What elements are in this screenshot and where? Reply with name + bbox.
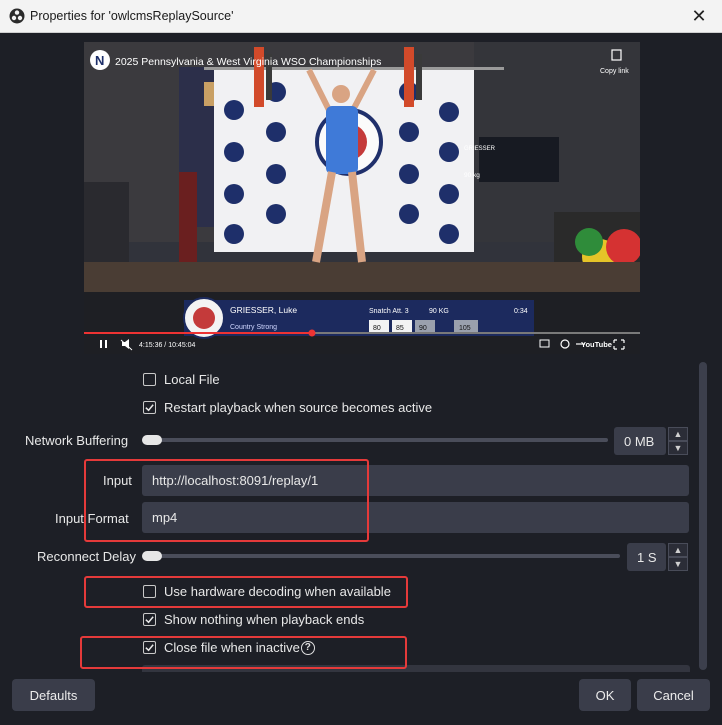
checkmark-icon [145, 616, 154, 624]
reconnect-delay-handle[interactable] [142, 551, 162, 561]
window-title: Properties for 'owlcmsReplaySource' [30, 9, 234, 23]
chevron-up-icon[interactable]: ▲ [668, 427, 688, 441]
hw-decoding-row[interactable]: Use hardware decoding when available [143, 584, 391, 599]
input-format-field[interactable]: mp4 [142, 502, 689, 533]
close-icon: ✕ [691, 6, 707, 26]
video-preview[interactable]: N 2025 Pennsylvania & West Virginia WSO … [84, 42, 640, 354]
attempt-4: 105 [459, 325, 471, 332]
attempt-1: 80 [373, 325, 381, 332]
close-file-row[interactable]: Close file when inactive ? [143, 640, 315, 655]
progress-fill [84, 332, 312, 334]
cancel-button[interactable]: Cancel [637, 679, 710, 711]
chevron-down-icon[interactable]: ▼ [668, 441, 688, 455]
close-file-checkbox[interactable] [143, 641, 156, 654]
scoreboard-clock: 0:34 [514, 308, 528, 315]
channel-badge: N [95, 53, 104, 68]
progress-knob [308, 329, 316, 337]
network-buffering-label: Network Buffering [25, 433, 129, 448]
reconnect-delay-value[interactable]: 1 S [627, 543, 666, 571]
checkmark-icon [145, 404, 154, 412]
video-time: 4:15:36 / 10:45:04 [139, 342, 196, 349]
checkmark-icon [145, 644, 154, 652]
scoreboard-attempt: Snatch Att. 3 [369, 308, 409, 315]
show-nothing-checkbox[interactable] [143, 613, 156, 626]
dialog-footer: Defaults OK Cancel [0, 672, 722, 725]
network-buffering-slider[interactable] [142, 438, 608, 442]
reconnect-delay-slider[interactable] [142, 554, 620, 558]
attempt-3: 90 [419, 325, 427, 332]
scoreboard-name: GRIESSER, Luke [230, 305, 297, 315]
input-label: Input [103, 473, 132, 488]
restart-playback-row[interactable]: Restart playback when source becomes act… [143, 400, 432, 415]
restart-playback-checkbox[interactable] [143, 401, 156, 414]
hw-decoding-label: Use hardware decoding when available [164, 584, 391, 599]
youtube-logo: YouTube [581, 340, 612, 349]
help-icon[interactable]: ? [300, 640, 315, 655]
side-board-name: GRIESSER [464, 146, 496, 152]
restart-playback-label: Restart playback when source becomes act… [164, 400, 433, 415]
network-buffering-value[interactable]: 0 MB [614, 427, 666, 455]
show-nothing-label: Show nothing when playback ends [164, 612, 365, 627]
video-frame: N 2025 Pennsylvania & West Virginia WSO … [84, 42, 640, 354]
side-board-weight: 90 kg [464, 172, 480, 179]
local-file-label: Local File [164, 372, 220, 387]
attempt-2: 85 [396, 325, 404, 332]
local-file-checkbox[interactable] [143, 373, 156, 386]
scoreboard-weight: 90 KG [429, 308, 449, 315]
input-field[interactable]: http://localhost:8091/replay/1 [142, 465, 689, 496]
defaults-button[interactable]: Defaults [12, 679, 95, 711]
copy-link-label: Copy link [600, 68, 629, 75]
chevron-up-icon[interactable]: ▲ [668, 543, 688, 557]
hw-decoding-checkbox[interactable] [143, 585, 156, 598]
window-titlebar: Properties for 'owlcmsReplaySource' ✕ [0, 0, 722, 33]
network-buffering-stepper[interactable]: ▲ ▼ [668, 427, 688, 455]
reconnect-delay-stepper[interactable]: ▲ ▼ [668, 543, 688, 571]
ok-button[interactable]: OK [579, 679, 631, 711]
scrollbar-thumb[interactable] [699, 362, 707, 670]
input-format-label: Input Format [55, 511, 129, 526]
show-nothing-row[interactable]: Show nothing when playback ends [143, 612, 364, 627]
reconnect-delay-label: Reconnect Delay [37, 549, 136, 564]
pause-icon [100, 340, 102, 348]
scoreboard-team: Country Strong [230, 324, 277, 331]
close-file-label: Close file when inactive [164, 640, 300, 655]
obs-icon [9, 8, 25, 24]
close-button[interactable]: ✕ [676, 0, 722, 33]
local-file-row[interactable]: Local File [143, 372, 220, 387]
chevron-down-icon[interactable]: ▼ [668, 557, 688, 571]
network-buffering-handle[interactable] [142, 435, 162, 445]
video-title: 2025 Pennsylvania & West Virginia WSO Ch… [115, 56, 381, 68]
